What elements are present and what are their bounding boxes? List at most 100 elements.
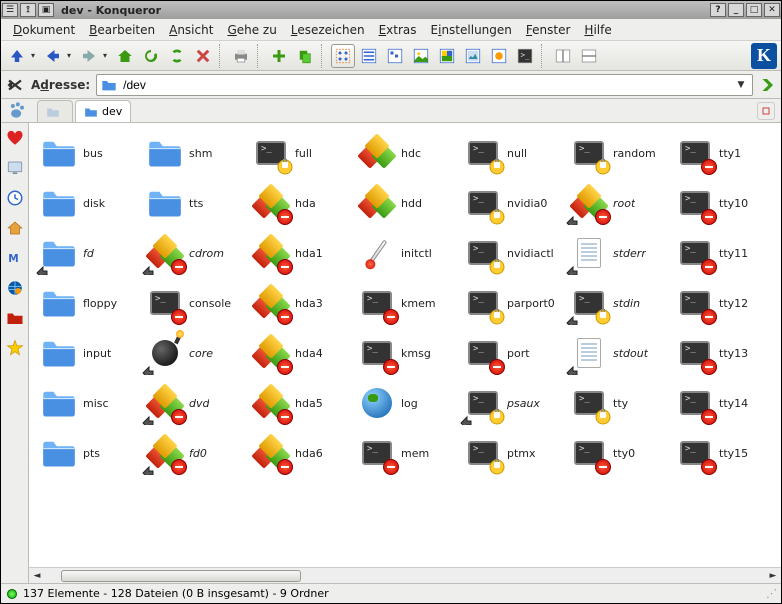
file-grid[interactable]: busdiskfdfloppyinputmiscptsshmttscdromco… (29, 123, 781, 567)
copytab-button[interactable] (293, 44, 317, 68)
file-item[interactable]: dvd (145, 381, 245, 425)
newtab-button[interactable] (267, 44, 291, 68)
print-button[interactable] (229, 44, 253, 68)
forward-dropdown[interactable]: ▾ (103, 51, 111, 60)
file-item[interactable]: psaux (463, 381, 563, 425)
file-item[interactable]: hda1 (251, 231, 351, 275)
resize-grip-icon[interactable]: ⋰ (766, 587, 775, 600)
clock-icon[interactable] (6, 189, 24, 207)
file-item[interactable]: stdin (569, 281, 669, 325)
tab-close-button[interactable] (757, 102, 775, 120)
back-button[interactable] (41, 44, 65, 68)
file-item[interactable]: tty10 (675, 181, 775, 225)
tab-active[interactable]: dev (75, 100, 131, 122)
file-item[interactable]: kmsg (357, 331, 457, 375)
file-item[interactable]: pts (39, 431, 139, 475)
desktop-icon[interactable] (6, 159, 24, 177)
file-item[interactable]: nvidiactl (463, 231, 563, 275)
menu-fenster[interactable]: Fenster (520, 21, 577, 39)
file-item[interactable]: tty0 (569, 431, 669, 475)
iconview-button[interactable] (331, 44, 355, 68)
file-item[interactable]: tty15 (675, 431, 775, 475)
menu-gehe-zu[interactable]: Gehe zu (221, 21, 282, 39)
reload-button[interactable] (139, 44, 163, 68)
file-item[interactable]: tts (145, 181, 245, 225)
file-item[interactable]: bus (39, 131, 139, 175)
file-item[interactable]: hda5 (251, 381, 351, 425)
paw-icon[interactable] (7, 101, 27, 121)
help-icon[interactable]: ? (710, 3, 726, 17)
go-button[interactable] (757, 75, 777, 95)
terminal-button[interactable]: >_ (513, 44, 537, 68)
file-item[interactable]: nvidia0 (463, 181, 563, 225)
root-folder-icon[interactable] (6, 309, 24, 327)
file-item[interactable]: tty1 (675, 131, 775, 175)
menu-dokument[interactable]: Dokument (7, 21, 81, 39)
menu-ansicht[interactable]: Ansicht (163, 21, 219, 39)
file-item[interactable]: null (463, 131, 563, 175)
file-item[interactable]: console (145, 281, 245, 325)
menu-icon[interactable]: ☰ (2, 3, 18, 17)
file-item[interactable]: stderr (569, 231, 669, 275)
file-item[interactable]: kmem (357, 281, 457, 325)
back-dropdown[interactable]: ▾ (67, 51, 75, 60)
scroll-thumb[interactable] (61, 570, 301, 582)
home-icon[interactable] (6, 219, 24, 237)
file-item[interactable]: fd (39, 231, 139, 275)
clear-address-button[interactable] (5, 75, 25, 95)
file-item[interactable]: tty12 (675, 281, 775, 325)
pin-icon[interactable]: ⟟ (20, 3, 36, 17)
file-item[interactable]: hda6 (251, 431, 351, 475)
file-item[interactable]: disk (39, 181, 139, 225)
up-button[interactable] (5, 44, 29, 68)
menu-lesezeichen[interactable]: Lesezeichen (285, 21, 371, 39)
reload2-button[interactable] (165, 44, 189, 68)
file-item[interactable]: port (463, 331, 563, 375)
maximize-icon[interactable]: □ (746, 3, 762, 17)
file-item[interactable]: core (145, 331, 245, 375)
file-item[interactable]: misc (39, 381, 139, 425)
file-item[interactable]: fd0 (145, 431, 245, 475)
close-icon[interactable]: ✕ (764, 3, 780, 17)
tab-inactive[interactable] (37, 100, 73, 122)
file-item[interactable]: stdout (569, 331, 669, 375)
globe-icon[interactable] (6, 279, 24, 297)
menu-extras[interactable]: Extras (373, 21, 423, 39)
file-item[interactable]: parport0 (463, 281, 563, 325)
minimize-icon[interactable]: _ (728, 3, 744, 17)
file-item[interactable]: tty13 (675, 331, 775, 375)
file-item[interactable]: shm (145, 131, 245, 175)
listview-button[interactable] (357, 44, 381, 68)
file-item[interactable]: tty11 (675, 231, 775, 275)
file-item[interactable]: log (357, 381, 457, 425)
file-item[interactable]: random (569, 131, 669, 175)
photoview-button[interactable] (461, 44, 485, 68)
star-icon[interactable] (6, 339, 24, 357)
file-item[interactable]: full (251, 131, 351, 175)
sticky-icon[interactable]: ▣ (38, 3, 54, 17)
file-item[interactable]: hdc (357, 131, 457, 175)
file-item[interactable]: root (569, 181, 669, 225)
up-dropdown[interactable]: ▾ (31, 51, 39, 60)
file-item[interactable]: floppy (39, 281, 139, 325)
file-item[interactable]: hdd (357, 181, 457, 225)
file-item[interactable]: initctl (357, 231, 457, 275)
menu-einstellungen[interactable]: Einstellungen (425, 21, 518, 39)
file-item[interactable]: hda4 (251, 331, 351, 375)
imageview-button[interactable] (409, 44, 433, 68)
file-item[interactable]: tty14 (675, 381, 775, 425)
menu-bearbeiten[interactable]: Bearbeiten (83, 21, 161, 39)
network-icon[interactable]: M (6, 249, 24, 267)
split-h-button[interactable] (551, 44, 575, 68)
file-item[interactable]: hda3 (251, 281, 351, 325)
gearview-button[interactable] (487, 44, 511, 68)
heart-icon[interactable] (6, 129, 24, 147)
forward-button[interactable] (77, 44, 101, 68)
scroll-right-button[interactable]: ► (765, 568, 781, 583)
file-item[interactable]: tty (569, 381, 669, 425)
titlebar[interactable]: ☰ ⟟ ▣ dev - Konqueror ? _ □ ✕ (1, 1, 781, 19)
file-item[interactable]: mem (357, 431, 457, 475)
address-input-wrap[interactable]: ▼ (96, 74, 753, 96)
menu-hilfe[interactable]: Hilfe (578, 21, 617, 39)
file-item[interactable]: ptmx (463, 431, 563, 475)
